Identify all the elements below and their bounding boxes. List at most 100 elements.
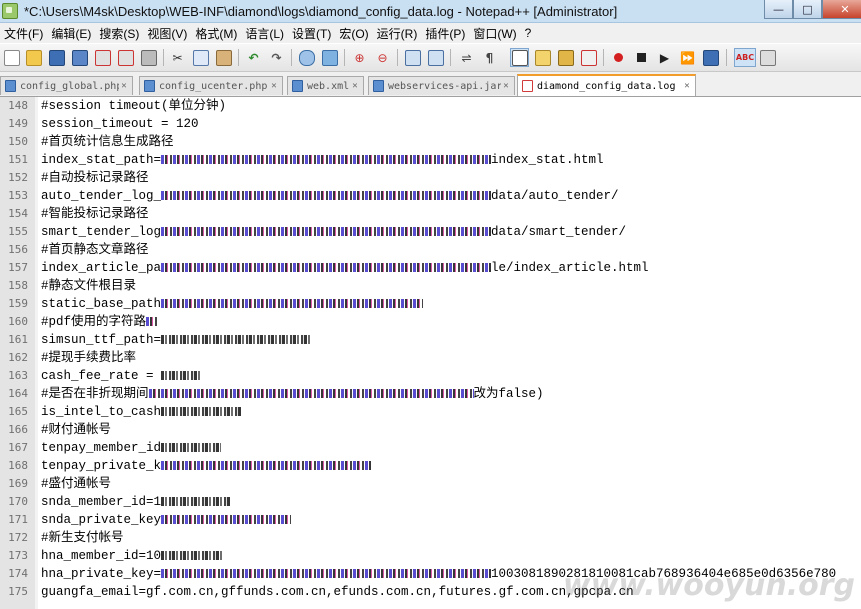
code-text-tail: data/smart_tender/ (491, 225, 627, 239)
code-line: 160 #pdf使用的字符路 (0, 313, 861, 331)
tab-label: config_ucenter.php (159, 80, 268, 92)
sync-horizontal-icon[interactable] (426, 48, 445, 67)
menu-file[interactable]: 文件(F) (0, 25, 47, 42)
macro-run-multiple-icon[interactable]: ⏩ (678, 48, 697, 67)
macro-save-icon[interactable] (701, 48, 720, 67)
minimize-button[interactable]: — (764, 0, 793, 19)
line-number: 165 (8, 405, 28, 418)
menu-settings[interactable]: 设置(T) (288, 25, 335, 42)
close-file-icon[interactable] (93, 48, 112, 67)
menu-help[interactable]: ? (521, 26, 536, 40)
tab-close-icon[interactable]: ✕ (501, 81, 511, 91)
macro-stop-icon[interactable] (632, 48, 651, 67)
redacted-text (161, 461, 372, 471)
tab-label: web.xml (307, 80, 350, 92)
code-line: 162 #提现手续费比率 (0, 349, 861, 367)
code-text: snda_member_id=1 (41, 495, 162, 509)
code-text: cash_fee_rate = (41, 369, 162, 383)
line-number: 151 (8, 153, 28, 166)
find-icon[interactable] (297, 48, 316, 67)
save-icon[interactable] (47, 48, 66, 67)
code-line: 168 tenpay_private_k (0, 457, 861, 475)
indent-guide-icon[interactable] (510, 48, 529, 67)
code-line: 152 #自动投标记录路径 (0, 169, 861, 187)
line-number: 173 (8, 549, 28, 562)
title-bar: *C:\Users\M4sk\Desktop\WEB-INF\diamond\l… (0, 0, 861, 23)
word-wrap-icon[interactable]: ⇌ (457, 48, 476, 67)
spell-check-icon[interactable]: ABC (734, 48, 756, 67)
menu-macro[interactable]: 宏(O) (335, 25, 372, 42)
menu-plugins[interactable]: 插件(P) (421, 25, 469, 42)
code-line: 165 is_intel_to_cash (0, 403, 861, 421)
macro-play-icon[interactable]: ▶ (655, 48, 674, 67)
replace-icon[interactable] (320, 48, 339, 67)
menu-search[interactable]: 搜索(S) (95, 25, 143, 42)
close-button[interactable]: ✕ (822, 0, 861, 19)
code-text-tail: data/auto_tender/ (491, 189, 619, 203)
code-text: smart_tender_log (41, 225, 162, 239)
code-text: #是否在非折现期间 (41, 387, 149, 401)
open-file-icon[interactable] (24, 48, 43, 67)
code-text: #提现手续费比率 (41, 351, 137, 365)
paste-icon[interactable] (214, 48, 233, 67)
menu-run[interactable]: 运行(R) (373, 25, 422, 42)
tab-close-icon[interactable]: ✕ (119, 81, 129, 91)
redo-icon[interactable]: ↷ (267, 48, 286, 67)
redacted-text (161, 227, 492, 237)
tab-close-icon[interactable]: ✕ (269, 81, 279, 91)
cut-icon[interactable]: ✂ (168, 48, 187, 67)
code-text: static_base_path (41, 297, 162, 311)
code-text-group: index_article_pa le/index_article.html (41, 259, 649, 277)
code-line: 151 index_stat_path= index_stat.html (0, 151, 861, 169)
new-file-icon[interactable] (2, 48, 21, 67)
tab-config-ucenter[interactable]: config_ucenter.php ✕ (139, 76, 283, 95)
save-all-icon[interactable] (70, 48, 89, 67)
code-text: tenpay_private_k (41, 459, 162, 473)
code-text-group: snda_private_key (41, 511, 292, 529)
zoom-in-icon[interactable]: ⊕ (350, 48, 369, 67)
line-number: 162 (8, 351, 28, 364)
menu-format[interactable]: 格式(M) (191, 25, 241, 42)
show-all-chars-icon[interactable]: ¶ (480, 48, 499, 67)
spell-options-icon[interactable] (758, 48, 777, 67)
code-text-group: is_intel_to_cash (41, 403, 242, 421)
code-text: tenpay_member_id (41, 441, 162, 455)
menu-window[interactable]: 窗口(W) (469, 25, 520, 42)
tab-label: webservices-api.jar (388, 80, 501, 92)
tab-close-icon[interactable]: ✕ (350, 81, 360, 91)
line-number: 169 (8, 477, 28, 490)
editor-area[interactable]: 148 #session timeout(单位分钟) 149 session_tim… (0, 97, 861, 609)
copy-icon[interactable] (191, 48, 210, 67)
tab-bar: config_global.php ✕ config_ucenter.php ✕… (0, 72, 861, 97)
tab-webservices-api[interactable]: webservices-api.jar ✕ (368, 76, 515, 95)
maximize-button[interactable]: □ (793, 0, 822, 19)
tab-config-global[interactable]: config_global.php ✕ (0, 76, 133, 95)
tab-diamond-config-data[interactable]: diamond_config_data.log ✕ (517, 74, 696, 96)
undo-icon[interactable]: ↶ (244, 48, 263, 67)
zoom-out-icon[interactable]: ⊖ (373, 48, 392, 67)
file-icon (144, 80, 155, 92)
lang-define-icon[interactable] (533, 48, 552, 67)
line-number: 152 (8, 171, 28, 184)
line-number: 154 (8, 207, 28, 220)
menu-edit[interactable]: 编辑(E) (47, 25, 95, 42)
code-text: session_timeout = 120 (41, 117, 199, 131)
tab-close-icon[interactable]: ✕ (682, 81, 692, 91)
menu-language[interactable]: 语言(L) (241, 25, 288, 42)
watermark: www.wooyun.org (562, 568, 855, 603)
code-text-tail: 改为false) (473, 387, 544, 401)
code-text: #静态文件根目录 (41, 279, 137, 293)
tab-web-xml[interactable]: web.xml ✕ (287, 76, 364, 95)
line-number: 160 (8, 315, 28, 328)
file-icon (373, 80, 384, 92)
doc-map-icon[interactable] (556, 48, 575, 67)
menu-view[interactable]: 视图(V) (143, 25, 191, 42)
toolbar-separator (238, 49, 239, 66)
macro-record-icon[interactable] (609, 48, 628, 67)
toolbar-separator (450, 49, 451, 66)
sync-vertical-icon[interactable] (403, 48, 422, 67)
print-icon[interactable] (139, 48, 158, 67)
code-line: 163 cash_fee_rate = (0, 367, 861, 385)
close-all-icon[interactable] (116, 48, 135, 67)
function-list-icon[interactable] (579, 48, 598, 67)
